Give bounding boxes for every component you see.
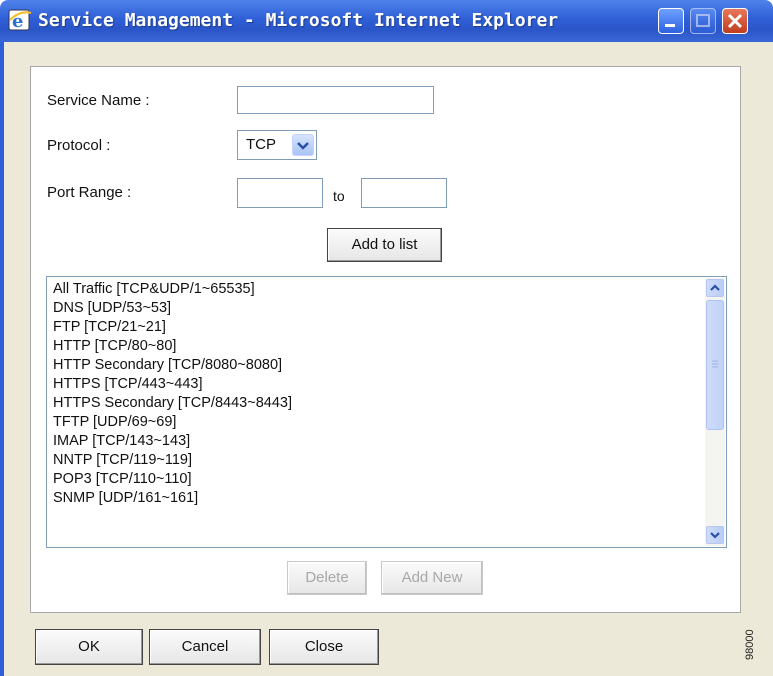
list-item[interactable]: HTTPS Secondary [TCP/8443~8443] [53,394,292,413]
list-item[interactable]: NNTP [TCP/119~119] [53,451,192,470]
maximize-icon [696,14,710,27]
delete-button[interactable]: Delete [287,561,367,595]
list-item[interactable]: HTTP Secondary [TCP/8080~8080] [53,356,282,375]
scroll-thumb[interactable] [706,300,724,430]
protocol-dropdown-button[interactable] [292,134,314,156]
list-item[interactable]: All Traffic [TCP&UDP/1~65535] [53,280,255,299]
list-item[interactable]: HTTPS [TCP/443~443] [53,375,203,394]
list-item[interactable]: DNS [UDP/53~53] [53,299,171,318]
maximize-button[interactable] [690,8,716,34]
list-item[interactable]: SNMP [UDP/161~161] [53,489,198,508]
close-icon [727,13,743,29]
grip-icon [712,360,718,368]
port-range-label: Port Range : [47,184,132,201]
minimize-button[interactable] [658,8,684,34]
service-list[interactable]: All Traffic [TCP&UDP/1~65535] DNS [UDP/5… [46,276,727,548]
ok-button[interactable]: OK [35,629,143,665]
list-scrollbar[interactable] [705,278,725,546]
title-bar: e Service Management - Microsoft Interne… [0,0,773,42]
add-to-list-button[interactable]: Add to list [327,228,442,262]
cancel-button[interactable]: Cancel [149,629,261,665]
protocol-selected-value: TCP [246,136,276,153]
scroll-up-button[interactable] [706,279,724,297]
port-from-input[interactable] [237,178,323,208]
list-item[interactable]: TFTP [UDP/69~69] [53,413,176,432]
list-item[interactable]: IMAP [TCP/143~143] [53,432,190,451]
protocol-select[interactable]: TCP [237,130,317,160]
chevron-down-icon [297,142,309,150]
list-item[interactable]: POP3 [TCP/110~110] [53,470,192,489]
close-button[interactable]: Close [269,629,379,665]
ie-icon: e [8,9,32,32]
figure-id: 98000 [744,629,756,660]
protocol-label: Protocol : [47,137,111,154]
window-title: Service Management - Microsoft Internet … [38,10,559,31]
close-window-button[interactable] [722,8,748,34]
scroll-up-icon [710,284,720,291]
service-name-input[interactable] [237,86,434,114]
window-border [0,42,4,676]
scroll-down-button[interactable] [706,526,724,544]
list-item[interactable]: FTP [TCP/21~21] [53,318,166,337]
service-name-label: Service Name : [47,92,150,109]
list-item[interactable]: HTTP [TCP/80~80] [53,337,176,356]
add-new-button[interactable]: Add New [381,561,483,595]
port-to-label: to [333,188,345,204]
scroll-down-icon [710,532,720,539]
minimize-icon [665,24,675,27]
port-to-input[interactable] [361,178,447,208]
